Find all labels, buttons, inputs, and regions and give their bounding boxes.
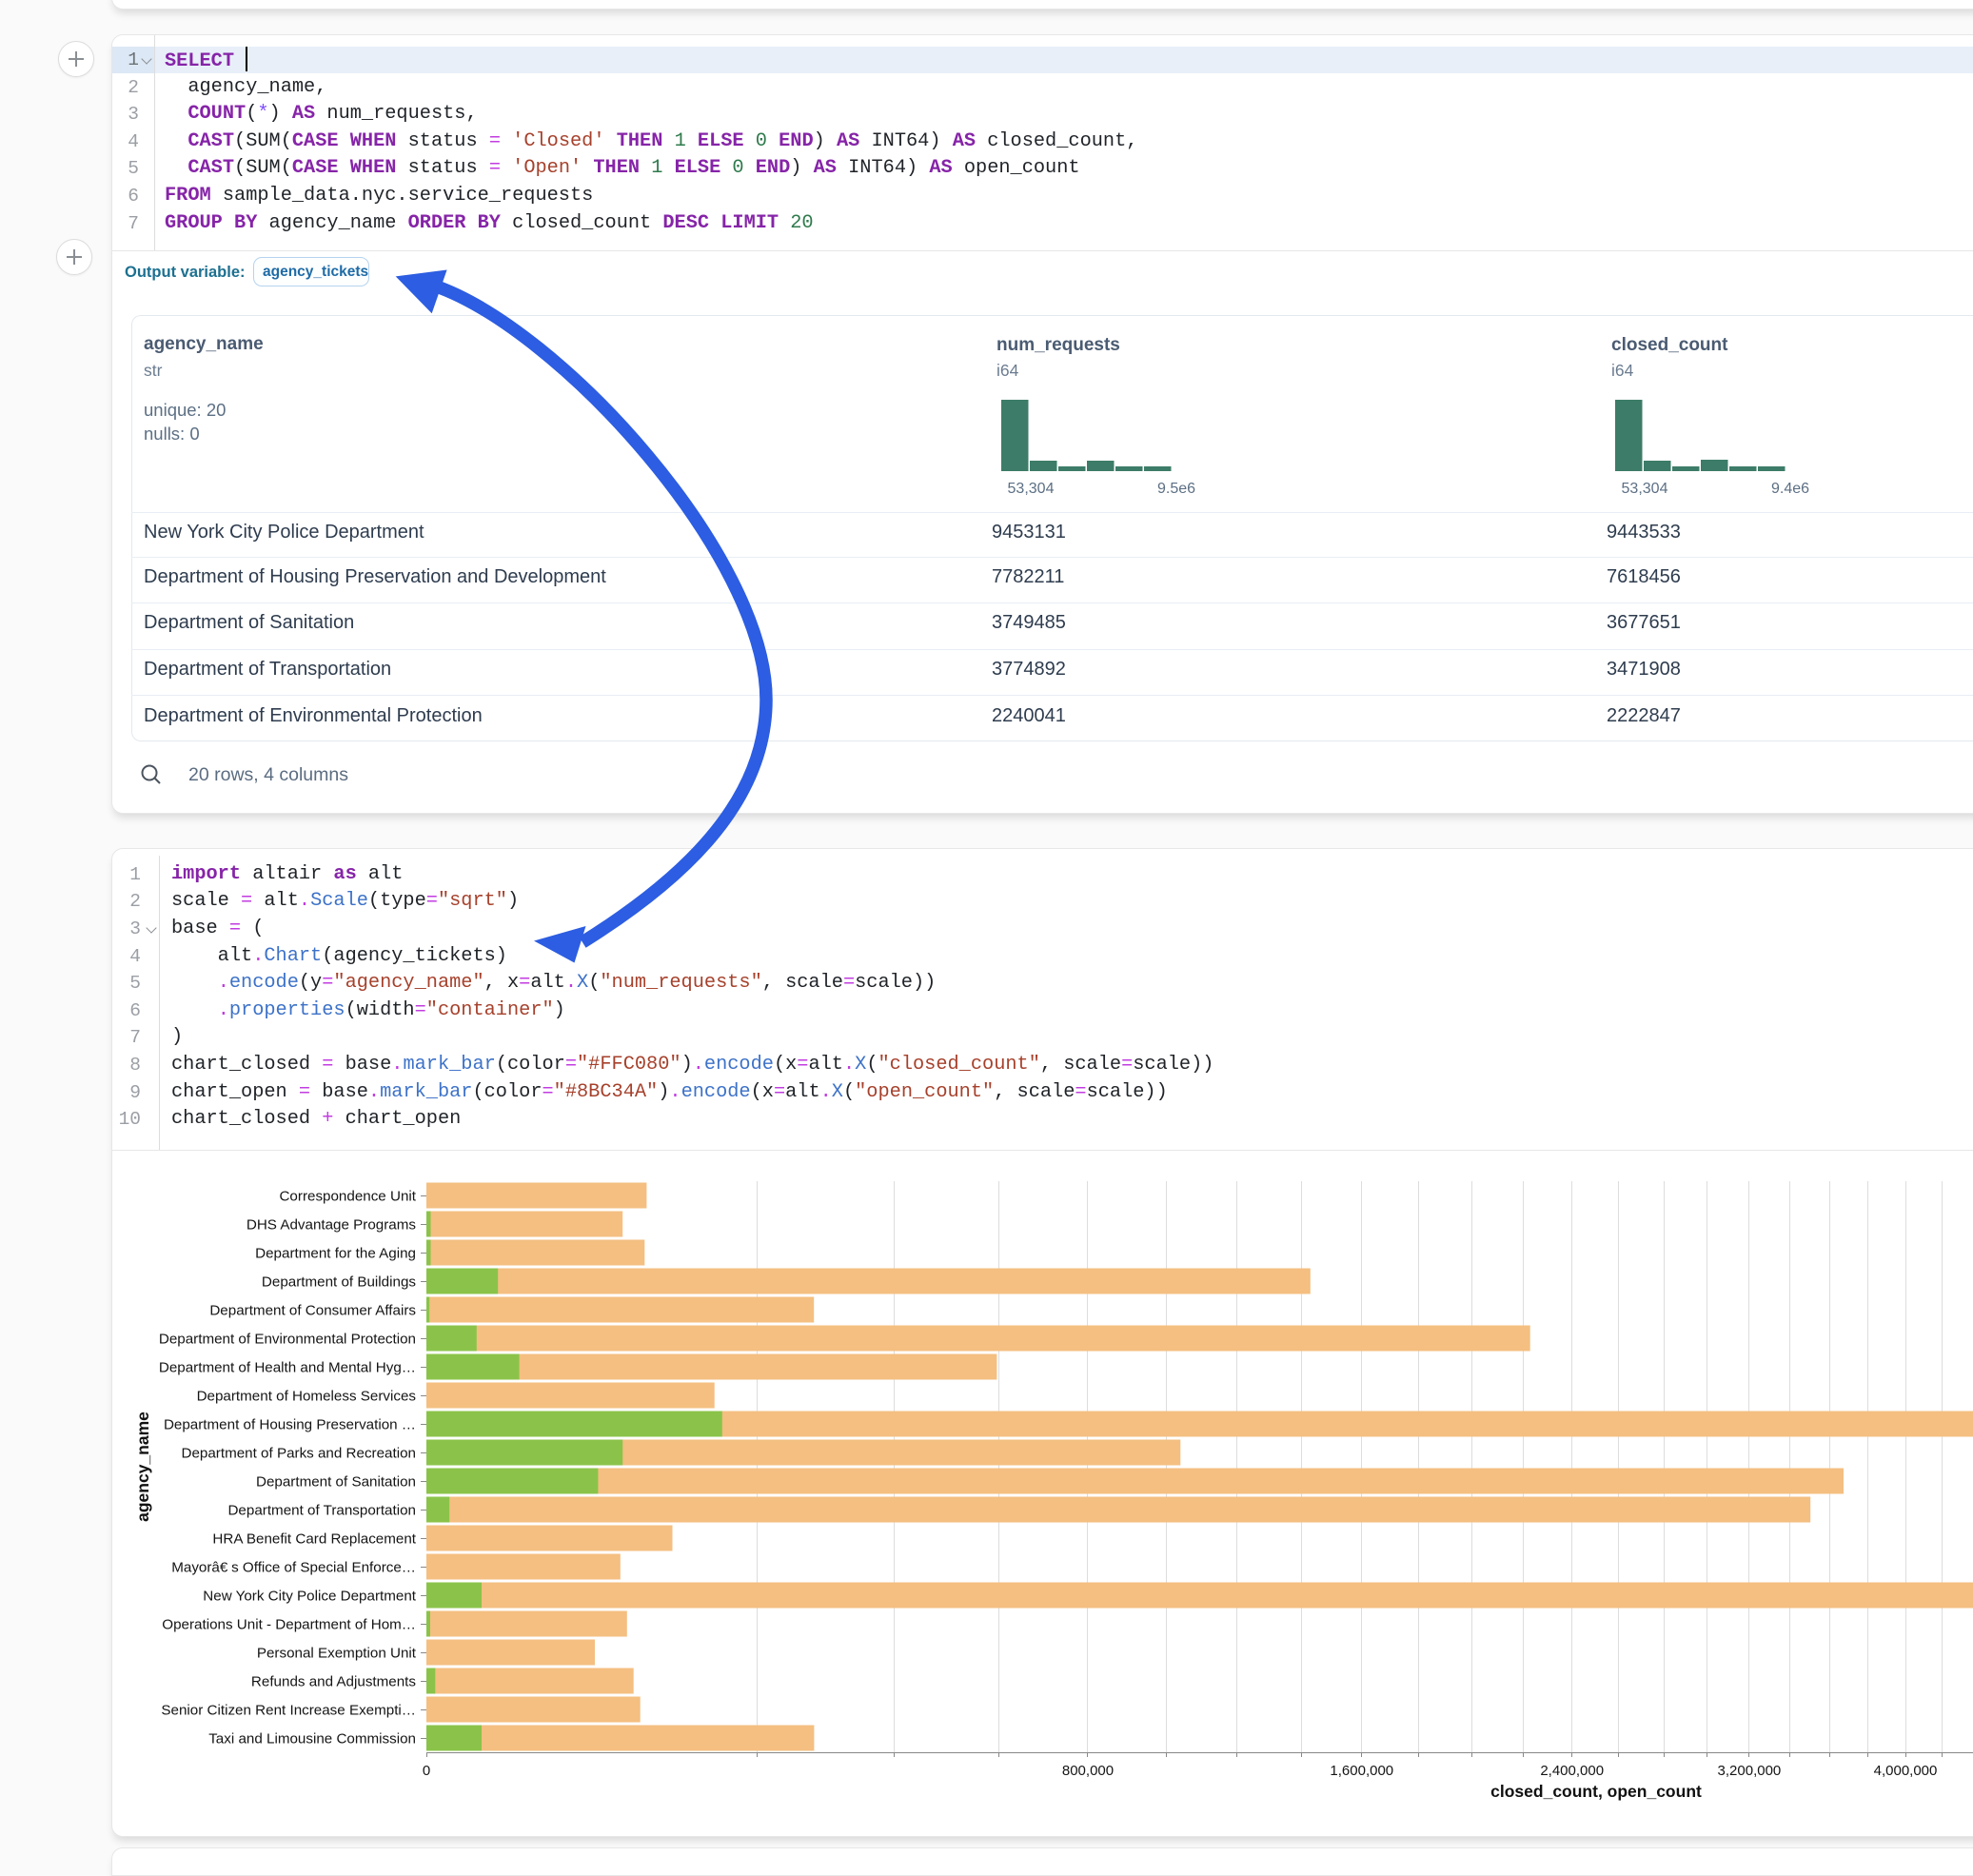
svg-text:Department of Transportation: Department of Transportation (227, 1503, 416, 1519)
svg-text:Department of Health and Menta: Department of Health and Mental Hyg… (159, 1360, 416, 1376)
svg-text:closed_count, open_count: closed_count, open_count (1490, 1782, 1702, 1801)
svg-text:Department of Sanitation: Department of Sanitation (256, 1474, 416, 1491)
svg-text:2,400,000: 2,400,000 (1540, 1763, 1604, 1779)
svg-text:4,000,000: 4,000,000 (1874, 1763, 1938, 1779)
svg-text:Personal Exemption Unit: Personal Exemption Unit (257, 1646, 417, 1662)
svg-text:Department of Parks and Recrea: Department of Parks and Recreation (181, 1446, 416, 1462)
svg-text:Operations Unit - Department o: Operations Unit - Department of Hom… (162, 1617, 416, 1633)
svg-text:Department of Housing Preserva: Department of Housing Preservation … (164, 1417, 416, 1433)
svg-text:Refunds and Adjustments: Refunds and Adjustments (251, 1674, 416, 1690)
svg-text:Department of Environmental Pr: Department of Environmental Protection (159, 1332, 416, 1348)
svg-text:HRA Benefit Card Replacement: HRA Benefit Card Replacement (212, 1531, 416, 1548)
svg-text:DHS Advantage Programs: DHS Advantage Programs (247, 1217, 417, 1234)
svg-text:Department of Homeless Service: Department of Homeless Services (197, 1389, 417, 1405)
svg-text:Senior Citizen Rent Increase E: Senior Citizen Rent Increase Exempti… (161, 1703, 416, 1719)
svg-text:New York City Police Departmen: New York City Police Department (203, 1589, 416, 1605)
svg-text:Department of Consumer Affairs: Department of Consumer Affairs (209, 1303, 416, 1319)
svg-text:Department for the Aging: Department for the Aging (255, 1246, 416, 1262)
svg-text:3,200,000: 3,200,000 (1718, 1763, 1782, 1779)
svg-text:Correspondence Unit: Correspondence Unit (279, 1189, 416, 1205)
svg-text:Taxi and Limousine Commission: Taxi and Limousine Commission (208, 1731, 416, 1748)
svg-text:1,600,000: 1,600,000 (1330, 1763, 1393, 1779)
svg-text:Department of Buildings: Department of Buildings (262, 1274, 416, 1291)
svg-text:Mayorâ€ s Office of Special En: Mayorâ€ s Office of Special Enforce… (171, 1560, 416, 1576)
svg-text:800,000: 800,000 (1062, 1763, 1114, 1779)
svg-text:agency_name: agency_name (133, 1412, 152, 1522)
svg-text:0: 0 (423, 1763, 430, 1779)
